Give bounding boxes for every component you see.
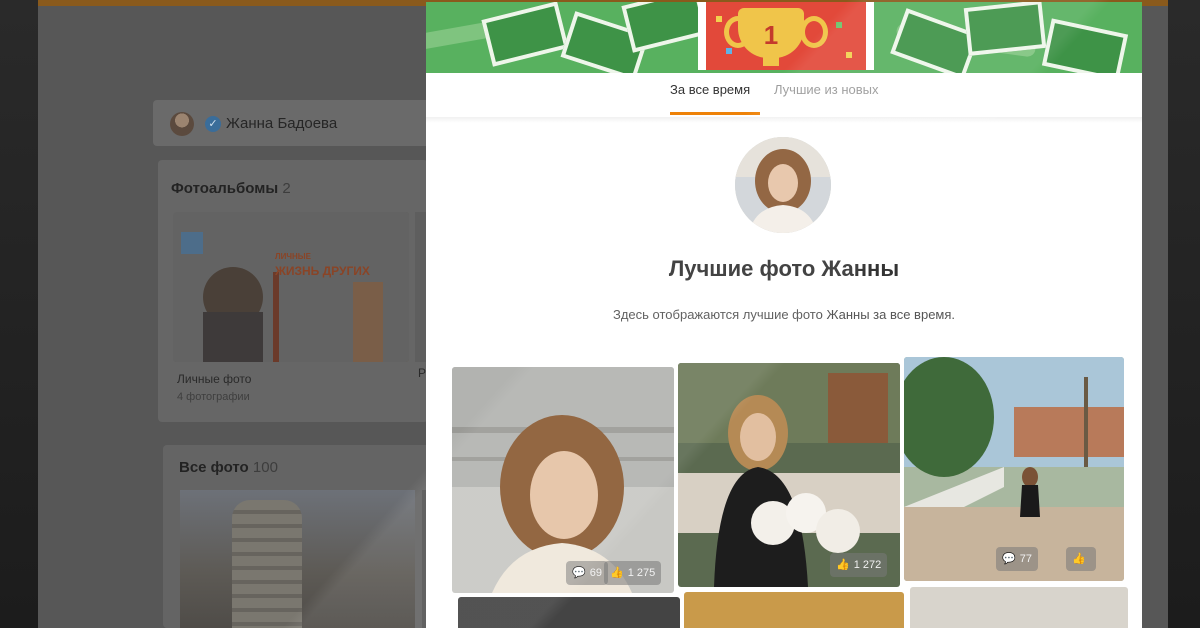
trophy-handle xyxy=(800,16,828,48)
photo-tile[interactable]: 💬 69 👍 1 275 xyxy=(452,367,674,593)
comments-count: 77 xyxy=(1019,553,1032,565)
photo-tile[interactable] xyxy=(910,587,1128,628)
likes-counter[interactable]: 👍 xyxy=(1066,547,1096,571)
confetti xyxy=(726,48,732,54)
tab-all-time[interactable]: За все время xyxy=(670,82,750,97)
albums-count: 2 xyxy=(282,180,291,197)
tab-divider xyxy=(426,117,1142,123)
banner-ticket xyxy=(621,2,709,53)
all-photos-title-label: Все фото xyxy=(179,459,249,476)
profile-name[interactable]: Жанна Бадоева xyxy=(226,115,337,132)
photo-tile[interactable]: 👍 1 272 xyxy=(678,363,900,587)
page-title: Лучшие фото Жанны xyxy=(668,256,900,281)
banner-ticket xyxy=(481,2,569,67)
like-icon: 👍 xyxy=(1072,553,1086,565)
photo-image xyxy=(452,367,674,593)
comment-icon: 💬 xyxy=(1002,553,1016,565)
user-avatar[interactable] xyxy=(735,137,831,233)
all-photos-count: 100 xyxy=(252,459,278,476)
albums-title[interactable]: Фотоальбомы 2 xyxy=(171,180,291,197)
photo-tile[interactable] xyxy=(684,592,904,628)
confetti xyxy=(716,16,722,22)
avatar-portrait xyxy=(735,137,831,233)
comments-counter[interactable]: 💬 77 xyxy=(996,547,1038,571)
album-name[interactable]: Личные фото xyxy=(177,372,251,386)
comment-icon: 💬 xyxy=(572,567,586,579)
likes-count: 1 275 xyxy=(627,567,656,579)
tower-image xyxy=(232,500,302,628)
active-tab-indicator xyxy=(670,112,760,115)
trophy-number: 1 xyxy=(763,20,779,50)
photo-tile[interactable] xyxy=(458,597,680,628)
likes-counter[interactable]: 👍 1 275 xyxy=(604,561,662,585)
photo-tile[interactable]: 💬 77 👍 xyxy=(904,357,1124,581)
likes-counter[interactable]: 👍 1 272 xyxy=(830,553,888,577)
page-subtitle: Здесь отображаются лучшие фото Жанны за … xyxy=(612,307,956,322)
banner-ticket xyxy=(963,2,1047,56)
verified-icon: ✓ xyxy=(205,116,221,132)
album-photo-count: 4 фотографии xyxy=(177,391,250,403)
confetti xyxy=(846,52,852,58)
comments-counter[interactable]: 💬 69 xyxy=(566,561,608,585)
all-photos-title[interactable]: Все фото 100 xyxy=(179,459,278,476)
likes-count: 1 272 xyxy=(853,559,882,571)
banner-ticket xyxy=(1041,18,1129,73)
like-icon: 👍 xyxy=(610,567,624,579)
tab-best-new[interactable]: Лучшие из новых xyxy=(774,82,878,97)
confetti xyxy=(836,22,842,28)
album-banner-main: ЖИЗНЬ ДРУГИХ xyxy=(275,264,370,278)
album-2-name[interactable]: Р xyxy=(418,366,426,380)
album-banner-top: ЛИЧНЫЕ xyxy=(275,252,311,261)
like-icon: 👍 xyxy=(836,559,850,571)
albums-title-label: Фотоальбомы xyxy=(171,180,279,197)
modal-banner: 1 xyxy=(426,2,1142,73)
trophy-stem xyxy=(763,56,779,66)
best-photos-modal: 1 За все время Лучшие из новых Лучшие фо… xyxy=(426,2,1142,628)
profile-avatar[interactable] xyxy=(170,112,194,136)
comments-count: 69 xyxy=(589,567,602,579)
album-banner-text: ЛИЧНЫЕ ЖИЗНЬ ДРУГИХ xyxy=(275,250,385,298)
